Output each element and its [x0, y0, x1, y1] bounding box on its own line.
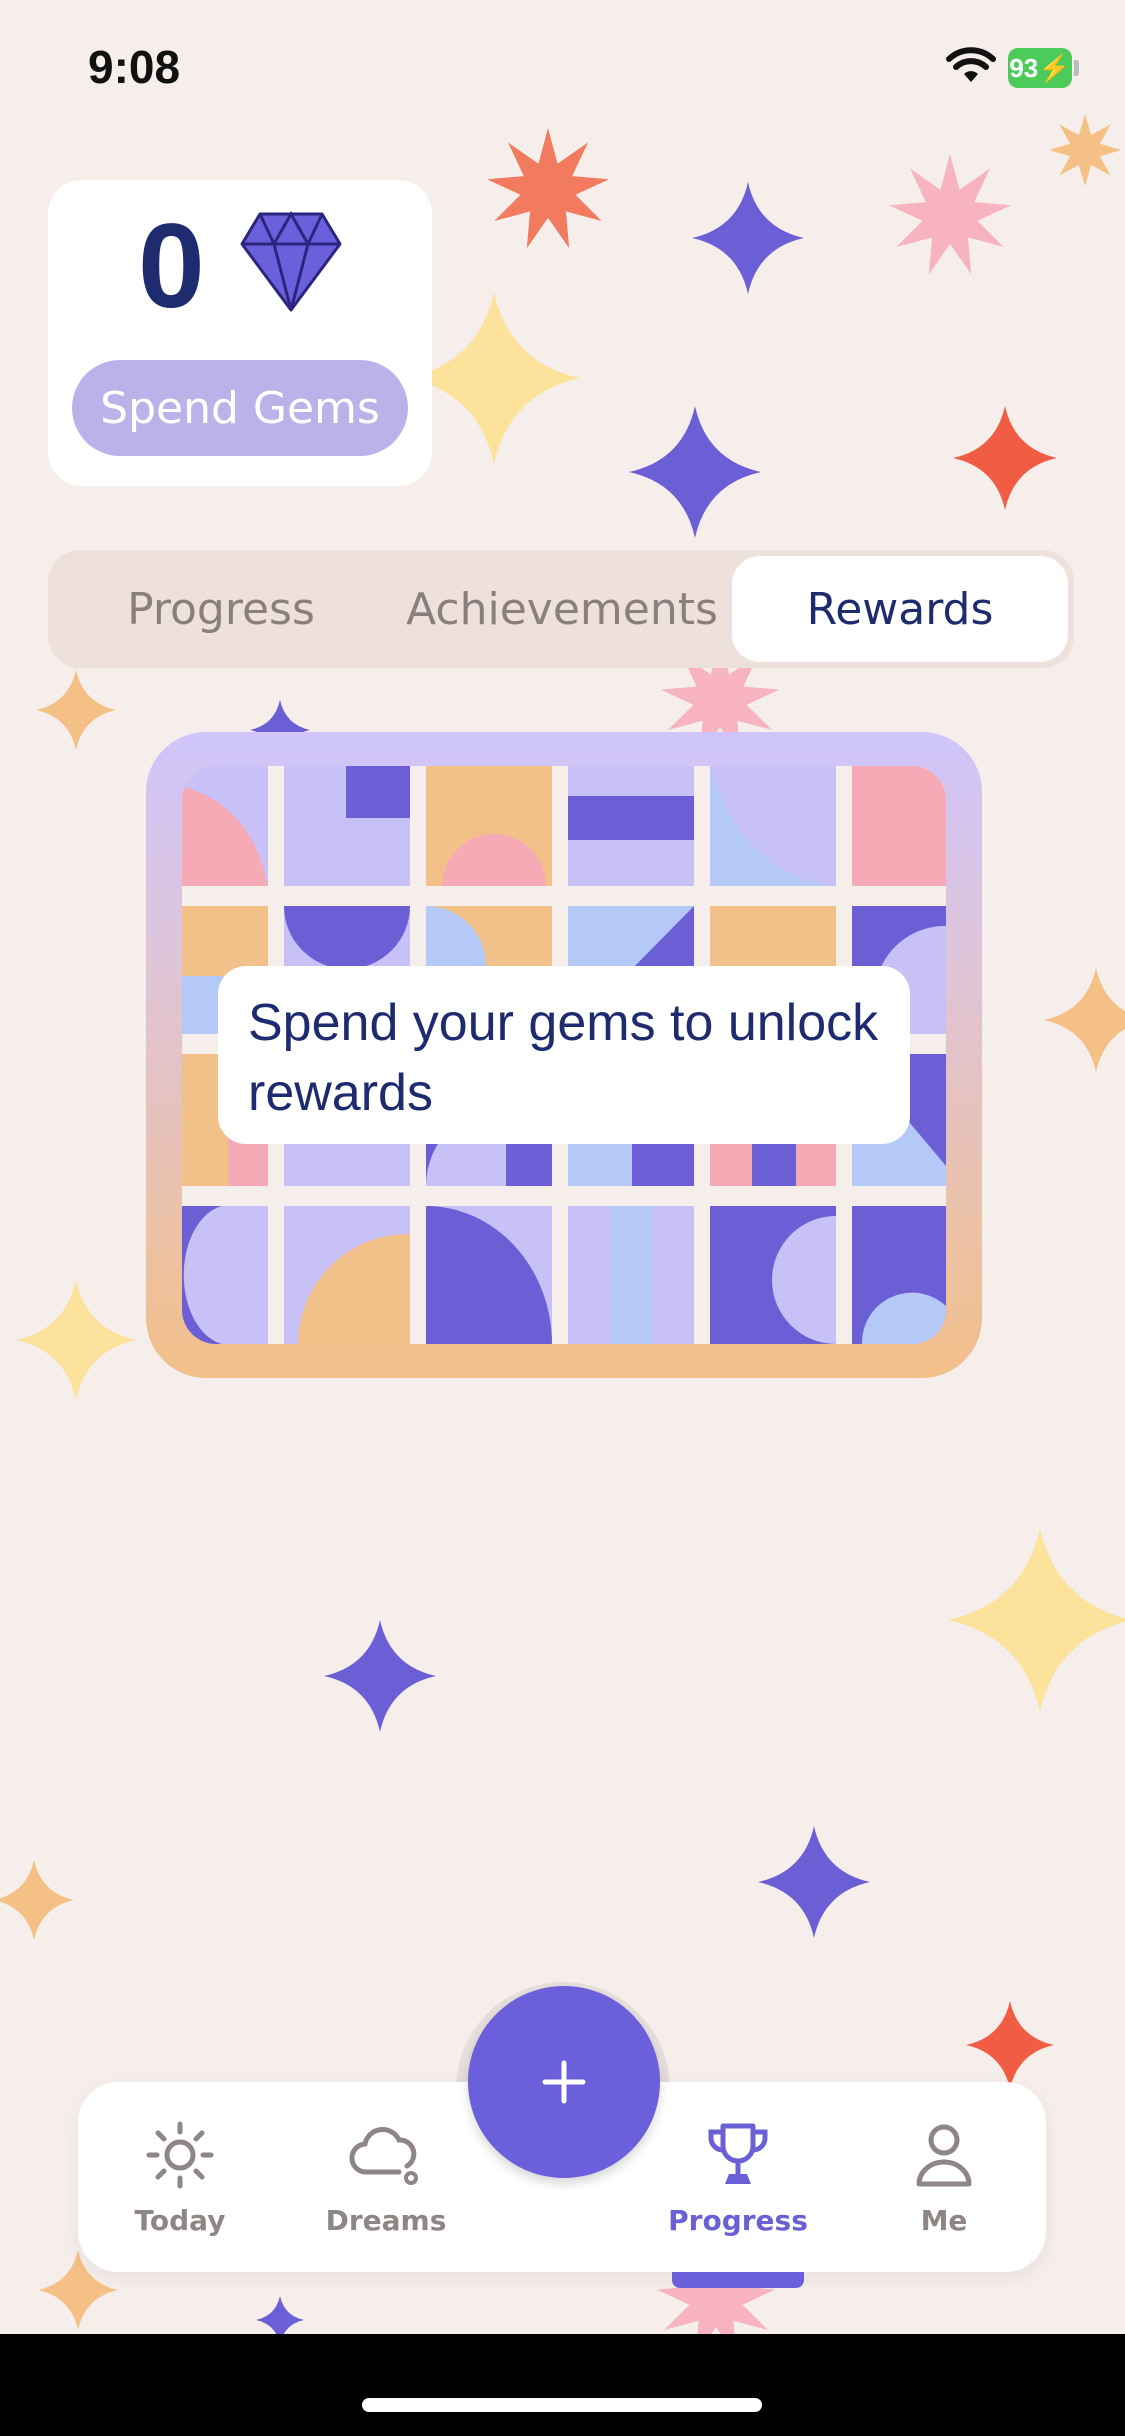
sparkle-star — [953, 406, 1057, 510]
sparkle-star — [36, 670, 116, 750]
gem-balance-card: 0 Spend Gems — [48, 180, 432, 486]
tab-rewards[interactable]: Rewards — [732, 556, 1068, 662]
bottom-safe-area — [0, 2334, 1125, 2436]
nav-progress-label: Progress — [668, 2204, 808, 2237]
gem-icon — [240, 210, 342, 312]
wifi-icon — [946, 47, 996, 82]
tab-achievements[interactable]: Achievements — [394, 550, 730, 668]
nav-dreams-label: Dreams — [325, 2204, 447, 2237]
add-button[interactable] — [468, 1986, 660, 2178]
home-indicator — [362, 2398, 762, 2412]
sparkle-burst — [888, 154, 1012, 275]
reward-message: Spend your gems to unlock rewards — [248, 994, 879, 1122]
sparkle-star — [324, 1620, 436, 1732]
sparkle-burst — [486, 128, 610, 249]
sparkle-star — [948, 1528, 1125, 1712]
sparkle-star — [0, 1860, 74, 1940]
sparkle-star — [758, 1826, 870, 1938]
sparkle-star — [966, 2001, 1054, 2089]
nav-today-label: Today — [134, 2204, 226, 2237]
nav-me-label: Me — [920, 2204, 968, 2237]
reward-message-box: Spend your gems to unlock rewards — [218, 966, 910, 1144]
plus-icon — [542, 2060, 586, 2104]
nav-me[interactable]: Me — [864, 2120, 1024, 2260]
nav-dreams[interactable]: Dreams — [306, 2120, 466, 2260]
sparkle-star — [692, 182, 804, 294]
active-tab-indicator — [672, 2272, 804, 2288]
sparkle-star — [16, 1280, 136, 1400]
segmented-control: Progress Achievements Rewards — [48, 550, 1074, 668]
gem-count: 0 — [138, 199, 205, 333]
sparkle-star — [1044, 968, 1125, 1072]
status-time: 9:08 — [88, 41, 181, 93]
status-bar: 9:08 93 ⚡ — [0, 0, 1125, 140]
charging-bolt-icon: ⚡ — [1038, 52, 1071, 83]
nav-progress[interactable]: Progress — [658, 2120, 818, 2260]
sparkle-star — [408, 292, 580, 464]
sun-icon — [146, 2121, 214, 2189]
battery-level: 93 — [1009, 52, 1039, 83]
sparkle-star — [629, 406, 761, 538]
spend-gems-button[interactable]: Spend Gems — [72, 360, 408, 456]
rewards-card: Spend your gems to unlock rewards — [146, 732, 982, 1378]
trophy-icon — [708, 2123, 768, 2184]
nav-today[interactable]: Today — [100, 2120, 260, 2260]
cloud-icon — [349, 2127, 418, 2185]
tab-progress[interactable]: Progress — [68, 550, 374, 668]
person-icon — [916, 2124, 972, 2187]
battery-indicator: 93 ⚡ — [1008, 48, 1072, 88]
battery-nub — [1074, 60, 1079, 76]
